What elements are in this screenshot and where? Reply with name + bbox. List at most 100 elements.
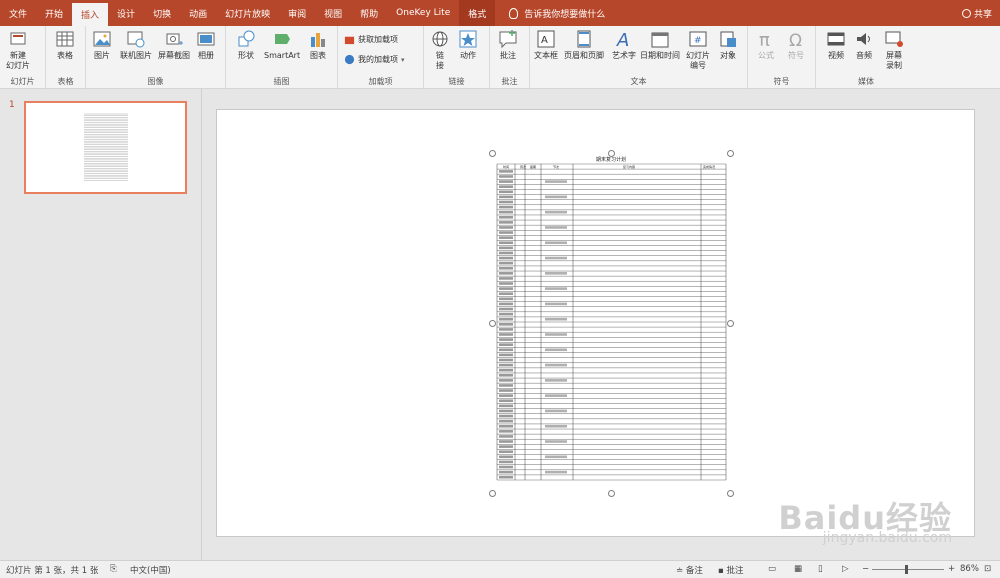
datetime-button[interactable]: 日期和时间 [640, 29, 680, 61]
new-slide-icon [10, 32, 26, 45]
notes-icon: ≐ [676, 566, 684, 576]
slide-thumbnail[interactable] [24, 101, 187, 194]
fit-to-window-icon[interactable]: ⊡ [984, 564, 991, 574]
screen-recording-button[interactable]: 屏幕 录制 [884, 29, 904, 71]
globe-link-icon [432, 31, 448, 47]
notes-button[interactable]: ≐ 备注 [676, 564, 703, 576]
slide-sorter-icon[interactable]: ▦ [794, 564, 802, 574]
table-icon [56, 31, 74, 47]
resize-handle-bottom-right[interactable] [727, 490, 734, 497]
group-text: A 文本框 页眉和页脚 A 艺术字 日期和时间 # 幻灯片 编号 对象 文本 [530, 26, 748, 89]
tab-design[interactable]: 设计 [108, 0, 144, 26]
svg-text:#: # [694, 36, 702, 46]
inserted-document-image[interactable]: 期末复习计划 时间 周次 星期 节次 复习内容 完成情况 [489, 150, 734, 497]
table-cell-text [499, 373, 513, 377]
language-status[interactable]: 中文(中国) [130, 564, 171, 576]
table-cell-text [545, 256, 567, 260]
zoom-slider-track[interactable] [872, 569, 944, 570]
tab-insert[interactable]: 插入 [72, 3, 109, 26]
video-button[interactable]: 视频 [826, 29, 846, 61]
slideshow-view-icon[interactable]: ▷ [842, 564, 849, 574]
shapes-button[interactable]: 形状 [236, 29, 256, 61]
spellcheck-icon[interactable]: ⎘ [110, 564, 117, 574]
get-addins-button[interactable]: 获取加载项 [344, 34, 398, 45]
table-cell-text [545, 195, 567, 199]
baidu-watermark-url: jingyan.baidu.com [822, 530, 952, 546]
table-cell-text [499, 440, 513, 443]
resize-handle-bottom-left[interactable] [489, 490, 496, 497]
normal-view-icon[interactable]: ▭ [768, 564, 776, 574]
table-cell-text [545, 317, 567, 321]
textbox-button[interactable]: A 文本框 [534, 29, 558, 61]
my-addins-button[interactable]: 我的加载项 ▾ [344, 54, 405, 65]
tab-review[interactable]: 审阅 [279, 0, 315, 26]
tab-file[interactable]: 文件 [0, 0, 36, 26]
group-slides: 新建 幻灯片 幻灯片 [0, 26, 46, 89]
zoom-level[interactable]: 86% [960, 564, 979, 574]
audio-button[interactable]: 音频 [854, 29, 874, 61]
column-week: 周次 [520, 164, 526, 169]
tab-home[interactable]: 开始 [36, 0, 72, 26]
table-cell-text [499, 363, 513, 367]
tab-format[interactable]: 格式 [459, 0, 496, 26]
zoom-out-icon[interactable]: − [862, 564, 869, 574]
slide-number-button[interactable]: # 幻灯片 编号 [686, 29, 710, 71]
wordart-button[interactable]: A 艺术字 [612, 29, 636, 61]
table-cell-text [499, 450, 513, 454]
header-footer-label: 页眉和页脚 [564, 51, 604, 60]
resize-handle-top-left[interactable] [489, 150, 496, 157]
tab-view[interactable]: 视图 [315, 0, 351, 26]
album-button[interactable]: 相册 [196, 29, 216, 61]
header-footer-button[interactable]: 页眉和页脚 [564, 29, 604, 61]
object-button[interactable]: 对象 [718, 29, 738, 61]
comments-button[interactable]: ▪ 批注 [718, 564, 743, 576]
zoom-slider-thumb[interactable] [905, 565, 908, 574]
tab-help[interactable]: 帮助 [351, 0, 387, 26]
datetime-label: 日期和时间 [640, 51, 680, 60]
tab-animations[interactable]: 动画 [180, 0, 216, 26]
picture-button[interactable]: 图片 [92, 29, 112, 61]
reading-view-icon[interactable]: ▯ [818, 564, 823, 574]
table-cell-text [499, 435, 513, 438]
action-button[interactable]: 动作 [458, 29, 478, 61]
chart-button[interactable]: 图表 [308, 29, 328, 61]
resize-handle-right[interactable] [727, 320, 734, 327]
object-icon [720, 31, 736, 47]
share-button[interactable]: 共享 [961, 0, 992, 26]
new-slide-button[interactable]: 新建 幻灯片 [6, 29, 30, 71]
picture-label: 图片 [94, 51, 110, 60]
smartart-label: SmartArt [264, 51, 301, 60]
table-cell-text [545, 210, 567, 214]
resize-handle-left[interactable] [489, 320, 496, 327]
slide-canvas[interactable]: 期末复习计划 时间 周次 星期 节次 复习内容 完成情况 [216, 109, 975, 537]
screenshot-button[interactable]: 屏幕截图 [158, 29, 190, 61]
tab-onekey-lite[interactable]: OneKey Lite [387, 0, 459, 26]
table-cell-text [499, 226, 513, 229]
tab-transitions[interactable]: 切换 [144, 0, 180, 26]
tab-slideshow[interactable]: 幻灯片放映 [216, 0, 279, 26]
textbox-icon: A [537, 30, 555, 48]
zoom-in-icon[interactable]: + [948, 564, 955, 574]
group-addins-label: 加载项 [368, 77, 393, 86]
table-cell-text [545, 363, 567, 367]
table-cell-text [499, 287, 513, 290]
symbol-button[interactable]: Ω 符号 [786, 29, 806, 61]
screen-recording-icon [885, 31, 903, 47]
group-images-label: 图像 [147, 77, 164, 86]
online-picture-button[interactable]: 联机图片 [120, 29, 152, 61]
comment-icon [499, 30, 517, 49]
resize-handle-top-right[interactable] [727, 150, 734, 157]
table-cell-text [499, 307, 513, 311]
table-button[interactable]: 表格 [55, 29, 75, 61]
resize-handle-top[interactable] [608, 150, 615, 157]
resize-handle-bottom[interactable] [608, 490, 615, 497]
table-label: 表格 [57, 51, 73, 60]
table-cell-text [499, 470, 513, 474]
table-cell-text [499, 185, 513, 188]
equation-button[interactable]: π 公式 [756, 29, 776, 61]
comment-label: 批注 [500, 51, 516, 60]
smartart-button[interactable]: SmartArt [264, 29, 300, 61]
comment-button[interactable]: 批注 [498, 29, 518, 61]
tell-me-box[interactable]: 告诉我你想要做什么 [509, 0, 605, 26]
link-button[interactable]: 链 接 [430, 29, 450, 71]
